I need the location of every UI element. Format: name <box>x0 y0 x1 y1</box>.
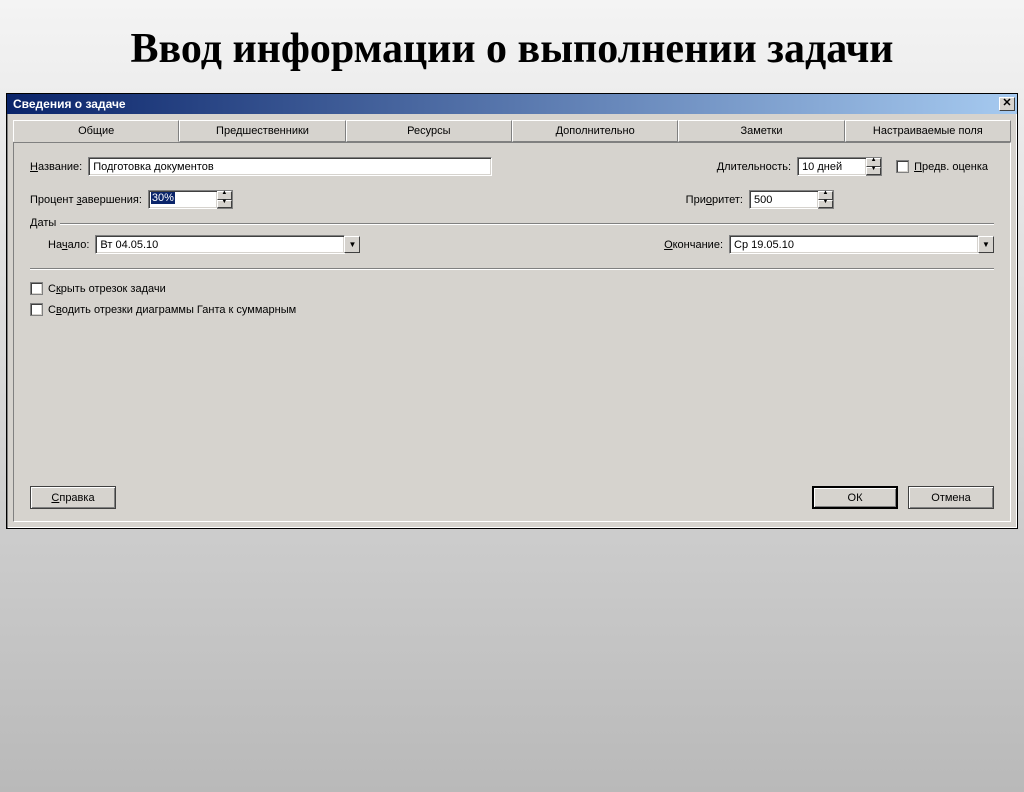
finish-dropdown-button[interactable]: ▼ <box>978 236 994 253</box>
dates-legend: Даты <box>30 217 60 229</box>
hide-bar-checkbox[interactable] <box>30 282 43 295</box>
task-info-dialog: Сведения о задаче ✕ Общие Предшественник… <box>6 93 1018 529</box>
duration-input[interactable] <box>797 157 867 176</box>
percent-label: Процент завершения: <box>30 194 142 206</box>
rollup-checkbox[interactable] <box>30 303 43 316</box>
button-row: Справка ОК Отмена <box>30 486 994 509</box>
tab-predecessors[interactable]: Предшественники <box>179 120 345 142</box>
percent-spin-down[interactable] <box>217 200 232 209</box>
titlebar: Сведения о задаче ✕ <box>7 94 1017 114</box>
priority-label: Приоритет: <box>686 194 743 206</box>
duration-spin-down[interactable] <box>866 167 881 176</box>
priority-spin-down[interactable] <box>818 200 833 209</box>
help-button[interactable]: Справка <box>30 486 116 509</box>
priority-input[interactable] <box>749 190 819 209</box>
start-dropdown-button[interactable]: ▼ <box>344 236 360 253</box>
priority-spinner[interactable] <box>818 190 834 209</box>
start-label: Начало: <box>48 239 89 251</box>
name-label: Название: <box>30 161 82 173</box>
rollup-label: Сводить отрезки диаграммы Ганта к суммар… <box>48 304 296 316</box>
estimate-label: Предв. оценка <box>914 161 988 173</box>
tab-advanced[interactable]: Дополнительно <box>512 120 678 142</box>
tab-resources[interactable]: Ресурсы <box>346 120 512 142</box>
tabstrip: Общие Предшественники Ресурсы Дополнител… <box>13 120 1011 142</box>
close-button[interactable]: ✕ <box>999 97 1015 111</box>
dialog-title: Сведения о задаче <box>13 97 999 111</box>
start-input[interactable] <box>95 235 345 254</box>
dates-group-frame: Даты <box>30 223 994 225</box>
slide-title: Ввод информации о выполнении задачи <box>40 25 984 73</box>
name-input[interactable] <box>88 157 492 176</box>
cancel-button[interactable]: Отмена <box>908 486 994 509</box>
separator-line <box>30 268 994 270</box>
ok-button[interactable]: ОК <box>812 486 898 509</box>
finish-label: Окончание: <box>664 239 723 251</box>
duration-label: Длительность: <box>717 161 791 173</box>
estimate-checkbox[interactable] <box>896 160 909 173</box>
tab-panel-general: Название: Длительность: Предв. оценка Пр… <box>13 142 1011 522</box>
tab-notes[interactable]: Заметки <box>678 120 844 142</box>
finish-input[interactable] <box>729 235 979 254</box>
duration-spinner[interactable] <box>866 157 882 176</box>
tab-general[interactable]: Общие <box>13 120 179 142</box>
hide-bar-label: Скрыть отрезок задачи <box>48 283 166 295</box>
percent-spinner[interactable] <box>217 190 233 209</box>
tab-custom-fields[interactable]: Настраиваемые поля <box>845 120 1011 142</box>
percent-input[interactable]: 30% <box>148 190 218 209</box>
